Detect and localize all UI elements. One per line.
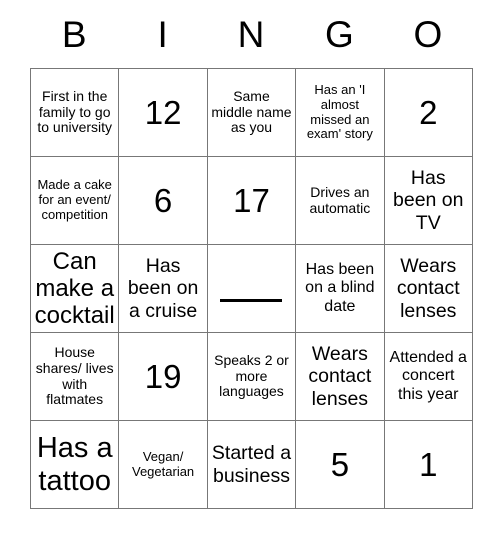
bingo-row: Can make a cocktail Has been on a cruise H… [29,244,473,333]
bingo-cell-text: Same middle name as you [211,87,292,136]
bingo-cell[interactable]: Wears contact lenses [295,332,385,421]
bingo-cell-text: House shares/ lives with flatmates [35,343,114,408]
bingo-cell-text: 1 [419,445,438,483]
bingo-cell[interactable]: Can make a cocktail [29,244,120,333]
bingo-cell-text: Vegan/ Vegetarian [132,448,195,479]
bingo-cell-text: 19 [144,357,182,395]
bingo-row: Has a tattoo Vegan/ Vegetarian Started a b… [29,420,473,509]
bingo-cell-text: Has been on a blind date [305,261,375,315]
bingo-row: House shares/ lives with flatmates 19 Spea… [29,332,473,421]
bingo-cell[interactable]: Wears contact lenses [383,244,473,333]
bingo-cell[interactable]: Vegan/ Vegetarian [118,420,208,509]
bingo-cell-text: Speaks 2 or more languages [214,351,289,400]
bingo-header-letter-i: I [157,13,168,55]
bingo-cell-text: Made a cake for an event/ competition [37,177,112,222]
bingo-cell[interactable]: Drives an automatic [295,156,385,245]
bingo-cell-text: First in the family to go to university [37,87,113,136]
bingo-cell[interactable]: Has an 'I almost missed an exam' story [295,68,385,157]
bingo-cell-text: Has a tattoo [36,431,113,497]
bingo-grid: First in the family to go to university 1… [29,68,473,509]
bingo-row: Made a cake for an event/ competition 6 17… [29,156,473,245]
bingo-cell[interactable]: House shares/ lives with flatmates [29,332,120,421]
bingo-cell[interactable]: 5 [295,420,385,509]
bingo-cell-text: 5 [330,445,350,483]
bingo-header-letter-g: G [325,13,354,55]
bingo-row: First in the family to go to university 1… [29,68,473,157]
bingo-cell[interactable]: Attended a concert this year [383,332,473,421]
bingo-cell-text: 12 [144,93,182,131]
bingo-cell[interactable]: Same middle name as you [206,68,297,157]
bingo-cell[interactable]: 2 [383,68,473,157]
bingo-cell[interactable]: Has a tattoo [29,420,120,509]
bingo-cell-text: Has an 'I almost missed an exam' story [306,82,373,142]
bingo-cell-text: Can make a cocktail [34,247,115,330]
bingo-cell[interactable]: Has been on a blind date [295,244,385,333]
bingo-cell[interactable]: Started a business [206,420,297,509]
bingo-cell[interactable]: Speaks 2 or more languages [206,332,297,421]
bingo-cell-text: 17 [233,181,270,219]
bingo-cell[interactable]: Has been on a cruise [118,244,208,333]
bingo-card: B I N G O First in the family to go to u… [29,0,473,509]
bingo-cell[interactable]: 12 [118,68,208,157]
bingo-cell[interactable]: Made a cake for an event/ competition [29,156,120,245]
bingo-cell[interactable]: 19 [118,332,208,421]
bingo-cell-text: Has been on TV [393,167,464,234]
bingo-cell-text: Started a business [211,442,292,487]
bingo-header-letter-o: O [413,13,443,55]
bingo-cell-text: Drives an automatic [309,183,371,216]
bingo-cell-text: Wears contact lenses [396,255,460,322]
bingo-cell-text: Has been on a cruise [127,255,199,322]
bingo-cell-text: Attended a concert this year [389,349,467,403]
bingo-cell[interactable]: Has been on TV [383,156,473,245]
free-space-line-icon [220,299,283,302]
bingo-free-space-cell[interactable] [206,244,297,333]
bingo-header: B I N G O [30,0,472,68]
bingo-cell-text: Wears contact lenses [308,343,372,410]
bingo-header-letter-n: N [237,13,265,55]
bingo-cell[interactable]: 1 [383,420,473,509]
bingo-cell[interactable]: 17 [206,156,297,245]
bingo-header-letter-b: B [61,13,87,55]
bingo-cell[interactable]: First in the family to go to university [29,68,120,157]
bingo-cell[interactable]: 6 [118,156,208,245]
bingo-cell-text: 2 [419,93,438,131]
bingo-cell-text: 6 [153,181,173,219]
